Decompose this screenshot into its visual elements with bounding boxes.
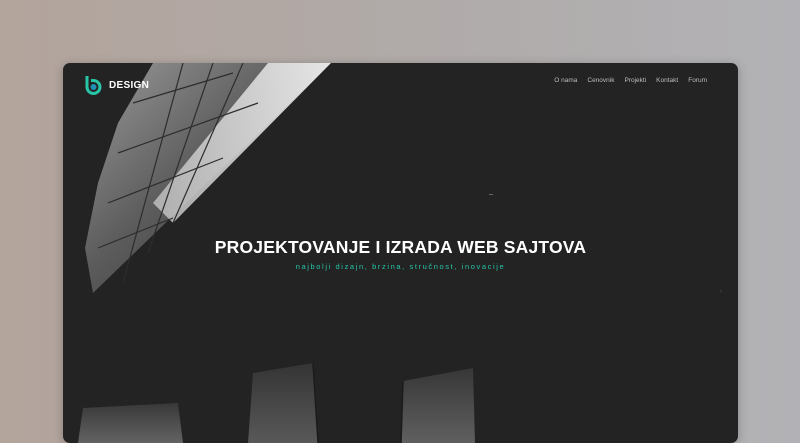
logo-mark-icon	[85, 76, 102, 95]
brand-logo[interactable]: DESIGN	[84, 75, 149, 95]
nav-item-projekti[interactable]: Projekti	[624, 77, 646, 84]
nav-item-o-nama[interactable]: O nama	[554, 77, 577, 84]
nav-item-kontakt[interactable]: Kontakt	[656, 77, 678, 84]
browser-window: DESIGN O nama Cenovnik Projekti Kontakt …	[63, 63, 738, 443]
decorative-dash	[489, 194, 493, 195]
chevron-right-icon[interactable]: ›	[720, 289, 722, 295]
hero-title: PROJEKTOVANJE I IZRADA WEB SAJTOVA	[214, 237, 587, 257]
nav-item-forum[interactable]: Forum	[688, 77, 707, 84]
nav-item-cenovnik[interactable]: Cenovnik	[587, 77, 614, 84]
brand-name: DESIGN	[109, 79, 150, 91]
main-nav: O nama Cenovnik Projekti Kontakt Forum	[554, 77, 707, 84]
hero-subtitle: najbolji dizajn, brzina, stručnost, inov…	[295, 262, 506, 271]
